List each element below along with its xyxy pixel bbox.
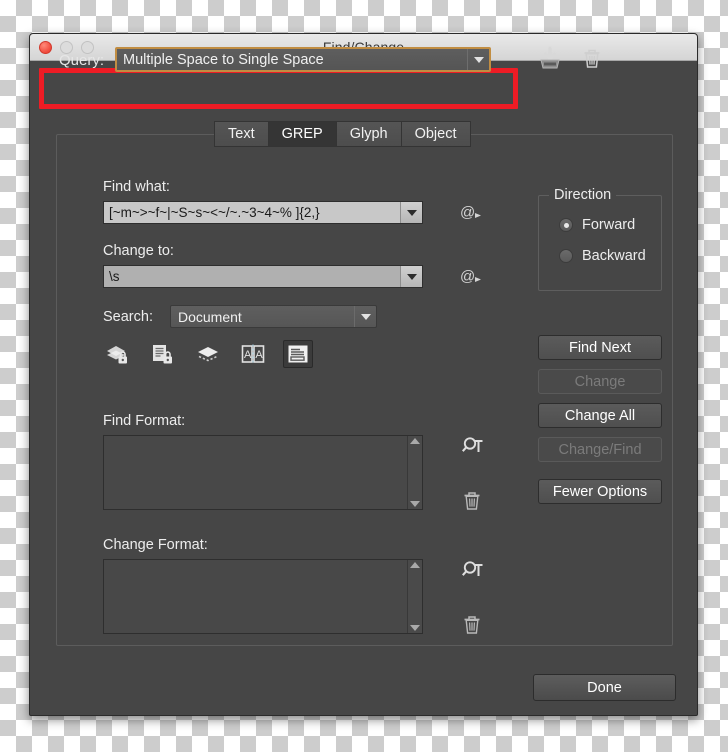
svg-text:@: @ [460,268,475,285]
search-option-toggles: A A [103,340,313,368]
change-all-label: Change All [564,407,636,424]
change-to-special-chars-button[interactable]: @ [460,266,482,286]
change-format-tools [461,559,485,637]
direction-group [538,195,662,291]
tab-glyph[interactable]: Glyph [336,121,402,147]
specify-attributes-icon [462,437,483,452]
search-scope-value: Document [178,308,242,325]
mode-tabs: Text GREP Glyph Object [214,121,471,147]
chevron-down-icon [354,306,376,327]
query-label: Query: [59,52,105,69]
delete-query-button[interactable] [580,46,604,72]
clear-format-icon [464,616,480,634]
direction-backward-label: Backward [582,248,646,264]
include-locked-layers-icon [107,346,127,364]
chevron-down-icon[interactable] [400,202,422,223]
done-button[interactable]: Done [533,674,676,701]
scroll-down-icon[interactable] [410,625,420,631]
case-sensitive-icon: A A [241,344,265,364]
chevron-down-icon[interactable] [400,266,422,287]
find-what-value: [~m~>~f~|~S~s~<~/~.~3~4~% ]{2,} [109,205,320,220]
change-format-clear-button[interactable] [461,613,483,637]
find-what-special-chars-button[interactable]: @ [460,202,482,222]
change-button: Change [538,369,662,394]
find-format-list[interactable] [103,435,423,510]
clear-format-icon [464,492,480,510]
whole-word-icon [288,345,308,363]
find-what-input[interactable]: [~m~>~f~|~S~s~<~/~.~3~4~% ]{2,} [103,201,423,224]
svg-text:A: A [244,349,252,361]
change-find-label: Change/Find [558,441,642,458]
fewer-options-button[interactable]: Fewer Options [538,479,662,504]
at-special-characters-icon: @ [460,268,481,285]
search-scope-label: Search: [103,309,153,325]
find-format-clear-button[interactable] [461,489,483,513]
specify-attributes-icon [462,561,483,576]
tab-text[interactable]: Text [214,121,269,147]
search-scope-dropdown[interactable]: Document [170,305,377,328]
change-format-label: Change Format: [103,537,208,553]
chevron-down-icon [467,49,489,70]
svg-text:@: @ [460,204,475,221]
find-what-label: Find what: [103,179,170,195]
svg-text:A: A [255,349,263,361]
direction-legend: Direction [549,187,617,203]
scroll-up-icon[interactable] [410,562,420,568]
tab-grep-label: GREP [281,126,323,142]
change-to-label: Change to: [103,243,174,259]
direction-backward-option[interactable]: Backward [559,248,646,264]
find-format-tools [461,435,485,513]
direction-forward-option[interactable]: Forward [559,217,635,233]
close-button[interactable] [39,40,52,54]
change-format-list[interactable] [103,559,423,634]
tab-grep[interactable]: GREP [268,121,337,147]
find-format-scrollbar[interactable] [407,436,422,509]
find-format-content [104,436,407,509]
tab-glyph-label: Glyph [349,126,388,142]
tab-object-label: Object [414,126,457,142]
scroll-up-icon[interactable] [410,438,420,444]
include-hidden-layers-button[interactable] [193,340,223,368]
save-query-button[interactable] [538,46,562,72]
tab-text-label: Text [228,126,255,142]
change-label: Change [574,373,626,390]
find-next-button[interactable]: Find Next [538,335,662,360]
include-locked-stories-icon [153,345,172,364]
change-to-value: \s [109,269,120,284]
find-format-label: Find Format: [103,413,186,429]
direction-forward-label: Forward [582,217,636,233]
fewer-options-label: Fewer Options [552,483,648,500]
radio-forward-icon[interactable] [559,218,573,232]
save-query-icon [540,46,560,69]
find-format-specify-button[interactable] [461,435,485,459]
trash-icon [584,49,600,68]
scroll-down-icon[interactable] [410,501,420,507]
query-selected-value: Multiple Space to Single Space [123,51,324,68]
change-all-button[interactable]: Change All [538,403,662,428]
at-special-characters-icon: @ [460,204,481,221]
change-find-button: Change/Find [538,437,662,462]
find-next-label: Find Next [568,339,632,356]
query-dropdown[interactable]: Multiple Space to Single Space [115,47,491,72]
include-hidden-layers-icon [198,347,218,362]
change-format-scrollbar[interactable] [407,560,422,633]
change-format-specify-button[interactable] [461,559,485,583]
grep-options-panel: Find what: [~m~>~f~|~S~s~<~/~.~3~4~% ]{2… [56,134,673,646]
done-label: Done [587,679,622,696]
find-change-dialog: Find/Change Query: Multiple Space to Sin… [29,33,698,716]
include-locked-stories-button[interactable] [148,340,178,368]
include-locked-layers-button[interactable] [103,340,133,368]
query-row-highlight-annotation [39,68,518,109]
whole-word-button[interactable] [283,340,313,368]
radio-backward-icon[interactable] [559,249,573,263]
change-format-content [104,560,407,633]
tab-object[interactable]: Object [401,121,471,147]
change-to-input[interactable]: \s [103,265,423,288]
case-sensitive-button[interactable]: A A [238,340,268,368]
